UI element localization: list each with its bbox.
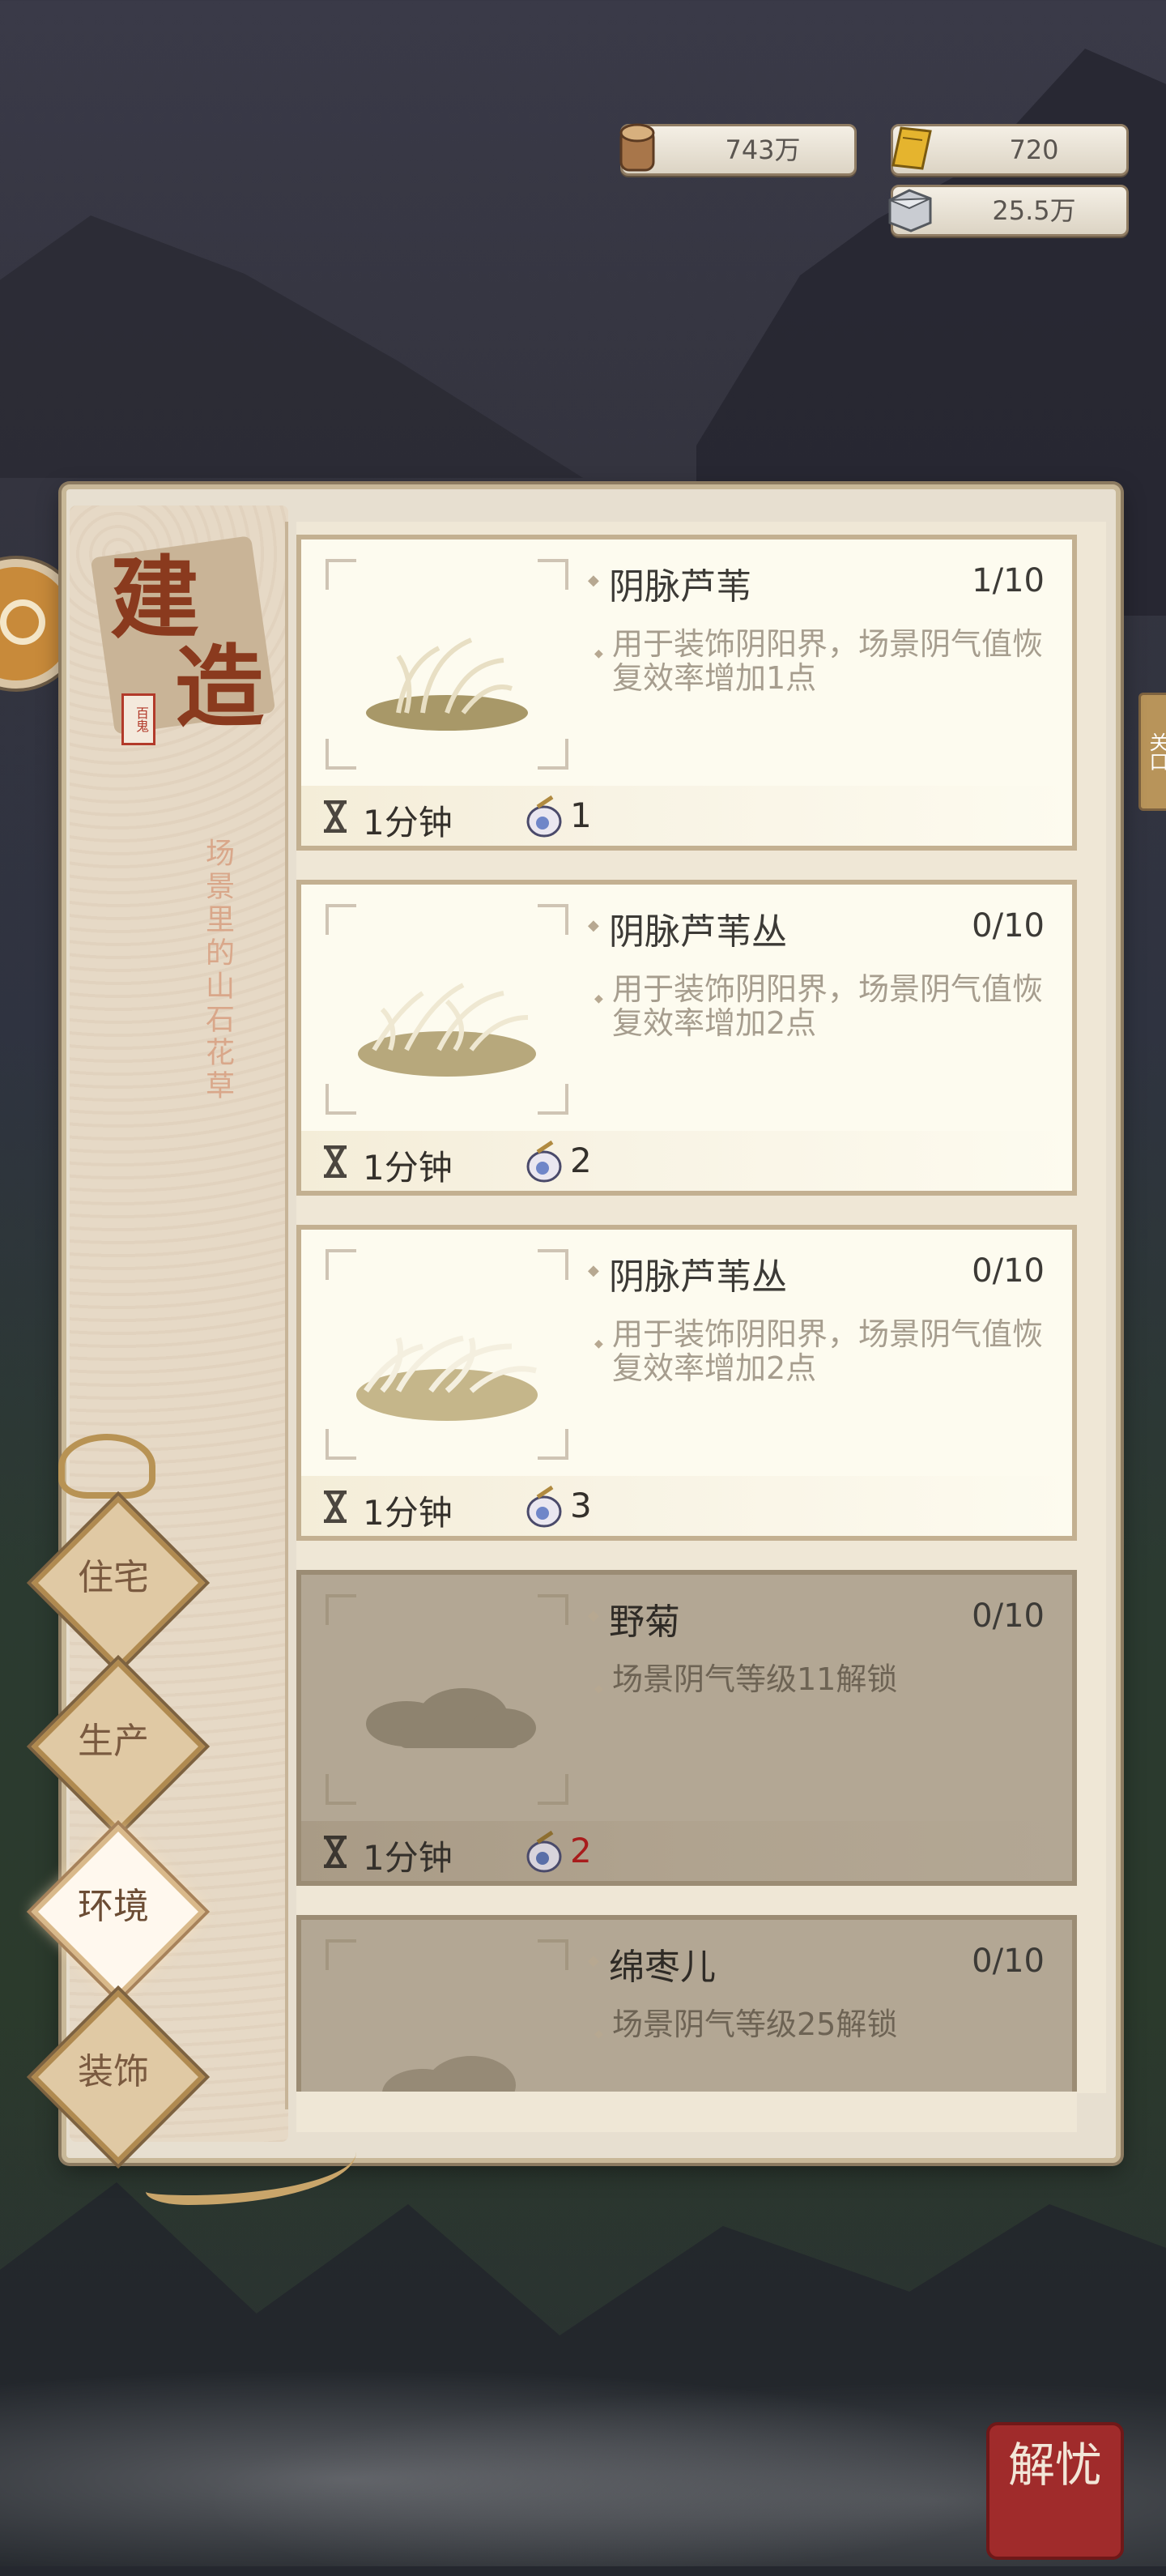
knot-ornament: [58, 1434, 155, 1499]
build-cost: 2: [570, 1141, 592, 1180]
item-cost-bar: 1分钟 2: [301, 1131, 1072, 1191]
resource-wood[interactable]: 743万: [619, 123, 857, 176]
item-card[interactable]: 阴脉芦苇 1/10 用于装饰阴阳界，场景阴气值恢复效率增加1点 1分钟 1: [296, 535, 1077, 851]
item-count: 0/10: [972, 1252, 1045, 1290]
spirit-bag-icon: [526, 795, 562, 838]
item-count: 1/10: [972, 562, 1045, 599]
item-list[interactable]: 阴脉芦苇 1/10 用于装饰阴阳界，场景阴气值恢复效率增加1点 1分钟 1 阴脉…: [296, 535, 1077, 2092]
build-cost: 3: [570, 1486, 592, 1525]
tab-decoration[interactable]: 装饰: [31, 1990, 206, 2164]
item-cost-bar: 1分钟 1: [301, 786, 1072, 846]
item-description: 用于装饰阴阳界，场景阴气值恢复效率增加2点: [594, 972, 1049, 1040]
item-description: 用于装饰阴阳界，场景阴气值恢复效率增加1点: [594, 627, 1049, 695]
reed-cluster-icon: [356, 1335, 538, 1421]
item-count: 0/10: [972, 1943, 1045, 1980]
stone-block-icon: [888, 189, 932, 232]
item-thumbnail: [326, 559, 568, 770]
reed-plant-icon: [366, 638, 528, 731]
resource-gold[interactable]: 720: [891, 124, 1129, 176]
item-card-locked[interactable]: 绵枣儿 0/10 场景阴气等级25解锁: [296, 1915, 1077, 2092]
seal-stamp: 百鬼: [121, 693, 155, 745]
squill-plant-icon: [382, 2056, 516, 2092]
tab-environment[interactable]: 环境: [31, 1824, 206, 1999]
tassel-ornament: [146, 2139, 356, 2205]
item-cost-bar: 1分钟 2: [301, 1821, 1072, 1881]
item-count: 0/10: [972, 1597, 1045, 1635]
panel-title-char-2: 造: [175, 635, 264, 740]
tab-residence-label: 住宅: [78, 1557, 149, 1598]
tab-residence[interactable]: 住宅: [31, 1495, 206, 1670]
background-mountain: [0, 215, 583, 478]
item-name: 阴脉芦苇: [588, 557, 751, 609]
tab-decoration-label: 装饰: [78, 2051, 149, 2092]
item-name: 阴脉芦苇丛: [588, 902, 787, 954]
sidebar-divider: [285, 522, 288, 2109]
build-time: 1分钟: [363, 803, 453, 842]
hourglass-icon: [324, 1145, 347, 1178]
hourglass-icon: [324, 800, 347, 833]
item-count: 0/10: [972, 907, 1045, 945]
spirit-bag-icon: [526, 1830, 562, 1873]
build-time: 1分钟: [363, 1148, 453, 1188]
tab-environment-label: 环境: [78, 1886, 149, 1927]
item-thumbnail: [326, 1939, 568, 2092]
item-cost-bar: 1分钟 3: [301, 1476, 1072, 1536]
item-thumbnail: [326, 1594, 568, 1805]
build-cost-insufficient: 2: [570, 1831, 592, 1870]
item-thumbnail: [326, 1249, 568, 1460]
item-card[interactable]: 阴脉芦苇丛 0/10 用于装饰阴阳界，场景阴气值恢复效率增加2点 1分钟 3: [296, 1225, 1077, 1541]
jieyou-button[interactable]: 解忧: [986, 2422, 1124, 2560]
item-name: 阴脉芦苇丛: [588, 1247, 787, 1299]
reed-cluster-icon: [358, 983, 536, 1077]
spirit-bag-icon: [526, 1485, 562, 1528]
checkpoint-tag[interactable]: 关口: [1138, 693, 1166, 811]
item-unlock-requirement: 场景阴气等级25解锁: [594, 2007, 1049, 2051]
item-name: 绵枣儿: [588, 1938, 716, 1990]
spirit-bag-icon: [526, 1140, 562, 1183]
item-unlock-requirement: 场景阴气等级11解锁: [594, 1662, 1049, 1706]
build-cost: 1: [570, 795, 592, 835]
item-thumbnail: [326, 904, 568, 1115]
item-description: 用于装饰阴阳界，场景阴气值恢复效率增加2点: [594, 1317, 1049, 1385]
tab-production[interactable]: 生产: [31, 1659, 206, 1834]
tab-production-label: 生产: [78, 1721, 149, 1762]
gold-scroll-icon: [892, 126, 932, 170]
list-bottom-edge: [296, 2092, 1077, 2132]
item-card-locked[interactable]: 野菊 0/10 场景阴气等级11解锁 1分钟 2: [296, 1570, 1077, 1886]
resource-gold-value: 720: [1009, 134, 1059, 165]
resource-stone[interactable]: 25.5万: [888, 185, 1129, 237]
hourglass-icon: [324, 1836, 347, 1868]
build-time: 1分钟: [363, 1493, 453, 1533]
hourglass-icon: [324, 1491, 347, 1523]
panel-subtitle: 场景里的山石花草: [201, 838, 234, 1103]
wood-log-icon: [619, 123, 655, 172]
item-card[interactable]: 阴脉芦苇丛 0/10 用于装饰阴阳界，场景阴气值恢复效率增加2点 1分钟 2: [296, 880, 1077, 1196]
resource-stone-value: 25.5万: [992, 195, 1076, 226]
item-name: 野菊: [588, 1593, 680, 1644]
resource-wood-value: 743万: [725, 134, 801, 165]
wild-chrysanthemum-icon: [366, 1688, 536, 1748]
build-time: 1分钟: [363, 1838, 453, 1878]
